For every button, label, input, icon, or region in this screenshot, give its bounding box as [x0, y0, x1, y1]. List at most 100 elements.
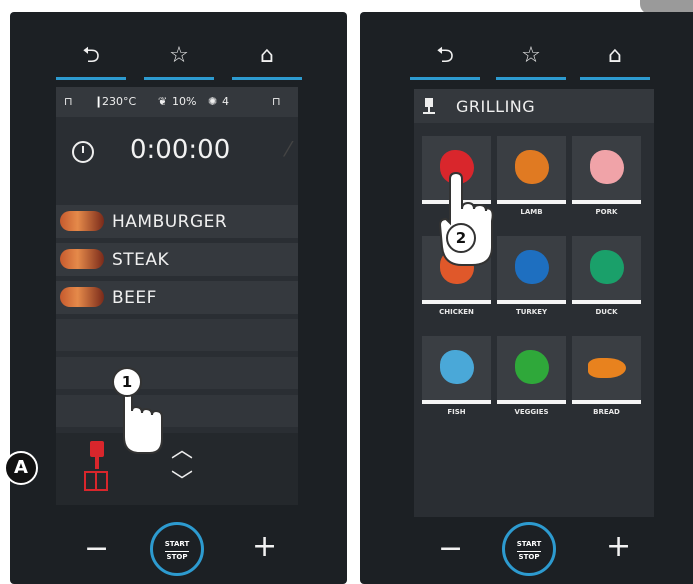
back-arrow-icon: ⮌	[436, 43, 454, 68]
category-tile-bread[interactable]: BREAD	[572, 336, 641, 416]
minus-button[interactable]: −	[84, 534, 109, 564]
category-label: BREAD	[593, 408, 620, 416]
plus-button[interactable]: +	[606, 532, 631, 562]
food-thumbnail	[60, 287, 104, 307]
timer-row[interactable]: 0:00:00 ⁄	[56, 127, 298, 179]
favorite-button[interactable]: ☆	[144, 40, 214, 80]
category-underline	[497, 400, 566, 404]
category-tile-duck[interactable]: DUCK	[572, 236, 641, 316]
oven-panel-right: ⮌ ☆ ⌂ GRILLING LAMB PORK CHICKEN TURKEY DUCK…	[360, 12, 693, 584]
nav-bar: ⮌ ☆ ⌂	[56, 40, 302, 80]
grill-mode-icon	[422, 97, 438, 114]
pork-icon	[590, 150, 624, 184]
stop-label: STOP	[166, 553, 188, 561]
recipe-item-beef[interactable]: BEEF	[56, 281, 298, 314]
category-image	[572, 236, 641, 300]
category-underline	[497, 300, 566, 304]
fan-speed-value: 4	[222, 95, 229, 108]
plus-button[interactable]: +	[252, 532, 277, 562]
category-label: TURKEY	[515, 308, 548, 316]
category-label: CHICKEN	[439, 308, 474, 316]
oven-panel-left: ⮌ ☆ ⌂ ⊓ ❙ 230°C ❦ 10% ✺ 4 ⊓ 0:00:00 ⁄ HA…	[10, 12, 347, 584]
category-tile-turkey[interactable]: TURKEY	[497, 236, 566, 316]
category-header: GRILLING	[414, 89, 654, 123]
pointing-hand-1: 1	[104, 367, 164, 461]
recipe-name: BEEF	[112, 288, 157, 308]
start-stop-button[interactable]: START STOP	[150, 522, 204, 576]
scroll-down-button[interactable]: ﹀	[168, 472, 196, 494]
grill-mode-icon: ⊓	[64, 95, 73, 108]
favorite-button[interactable]: ☆	[496, 40, 566, 80]
temperature-value: 230°C	[102, 95, 137, 108]
pointing-hand-2: 2	[432, 169, 494, 273]
food-thumbnail	[60, 211, 104, 231]
category-tile-fish[interactable]: FISH	[422, 336, 491, 416]
fish-icon	[440, 350, 474, 384]
turkey-icon	[515, 250, 549, 284]
category-label: FISH	[447, 408, 466, 416]
status-bar: ⊓ ❙ 230°C ❦ 10% ✺ 4 ⊓	[56, 87, 298, 117]
fan-icon: ✺	[208, 95, 218, 108]
probe-mode-icon: ⊓	[272, 95, 281, 108]
back-button[interactable]: ⮌	[56, 40, 126, 80]
recipe-item-hamburger[interactable]: HAMBURGER	[56, 205, 298, 238]
duck-icon	[590, 250, 624, 284]
home-icon: ⌂	[608, 43, 622, 68]
category-image	[497, 136, 566, 200]
home-icon: ⌂	[260, 43, 274, 68]
category-underline	[572, 200, 641, 204]
star-icon: ☆	[521, 43, 541, 68]
mode-bar: ︿ ﹀	[56, 433, 298, 505]
minus-button[interactable]: −	[438, 534, 463, 564]
pointing-hand-icon	[438, 171, 494, 266]
category-screen: GRILLING LAMB PORK CHICKEN TURKEY DUCK FISH VE…	[414, 89, 654, 517]
category-image	[572, 136, 641, 200]
category-label: LAMB	[520, 208, 543, 216]
callout-2: 2	[446, 223, 476, 253]
empty-row	[56, 319, 298, 351]
home-button[interactable]: ⌂	[232, 40, 302, 80]
control-bar: − START STOP +	[360, 520, 693, 580]
humidity-value: 10%	[172, 95, 197, 108]
callout-1: 1	[112, 367, 142, 397]
star-icon: ☆	[169, 43, 189, 68]
home-button[interactable]: ⌂	[580, 40, 650, 80]
category-label: VEGGIES	[514, 408, 549, 416]
category-tile-pork[interactable]: PORK	[572, 136, 641, 216]
back-arrow-icon: ⮌	[82, 43, 100, 68]
category-tile-lamb[interactable]: LAMB	[497, 136, 566, 216]
category-underline	[422, 300, 491, 304]
empty-row	[56, 357, 298, 389]
bread-icon	[588, 358, 626, 378]
start-stop-button[interactable]: START STOP	[502, 522, 556, 576]
humidity-icon: ❦	[158, 95, 168, 108]
category-image	[497, 336, 566, 400]
category-label: PORK	[595, 208, 618, 216]
clock-icon	[72, 141, 94, 163]
category-image	[572, 336, 641, 400]
stop-label: STOP	[518, 553, 540, 561]
category-image	[422, 336, 491, 400]
veggies-icon	[515, 350, 549, 384]
category-underline	[572, 300, 641, 304]
empty-row	[56, 395, 298, 427]
recipe-item-steak[interactable]: STEAK	[56, 243, 298, 276]
category-tile-veggies[interactable]: VEGGIES	[497, 336, 566, 416]
category-underline	[422, 400, 491, 404]
scroll-up-button[interactable]: ︿	[168, 440, 196, 462]
recipe-name: STEAK	[112, 250, 170, 270]
start-label: START	[516, 540, 542, 548]
label-a: A	[4, 451, 38, 485]
timer-value: 0:00:00	[130, 135, 231, 165]
recipe-screen: ⊓ ❙ 230°C ❦ 10% ✺ 4 ⊓ 0:00:00 ⁄ HAMBURGE…	[56, 87, 298, 505]
category-underline	[572, 400, 641, 404]
category-image	[497, 236, 566, 300]
category-label: DUCK	[595, 308, 618, 316]
category-underline	[497, 200, 566, 204]
back-button[interactable]: ⮌	[410, 40, 480, 80]
page-title: GRILLING	[456, 97, 536, 116]
food-thumbnail	[60, 249, 104, 269]
control-bar: − START STOP +	[10, 520, 347, 580]
nav-bar: ⮌ ☆ ⌂	[410, 40, 656, 80]
lamb-icon	[515, 150, 549, 184]
